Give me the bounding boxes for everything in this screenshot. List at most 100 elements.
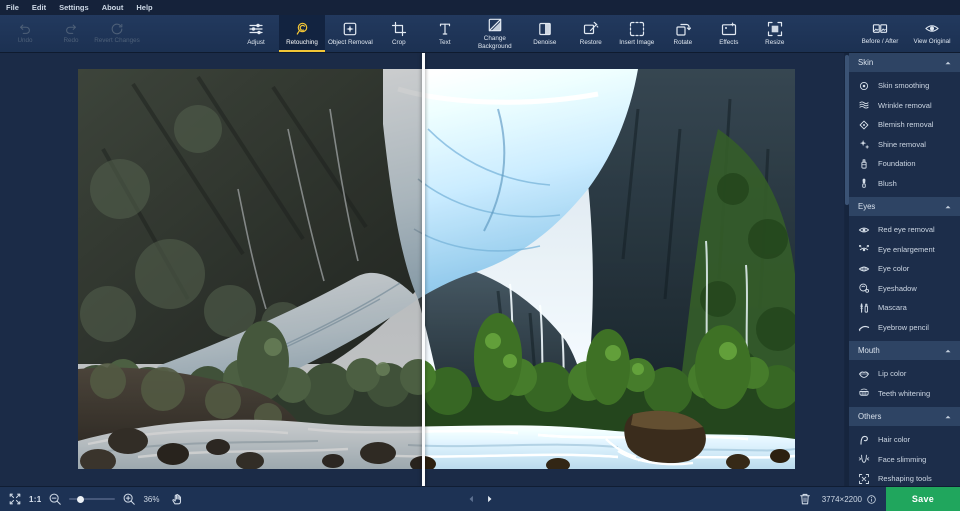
section-title: Others [858,412,882,421]
tool-label: Insert Image [619,38,655,46]
resize-icon [767,21,783,37]
sidebar-item-wrinkle-removal[interactable]: Wrinkle removal [849,96,960,116]
sidebar-item-shine-removal[interactable]: Shine removal [849,135,960,155]
sidebar-item-blemish-removal[interactable]: Blemish removal [849,115,960,135]
eye-enlargement-icon [858,243,870,255]
before-after-icon [872,21,888,36]
menu-bar: File Edit Settings About Help [0,0,960,15]
menu-item-help[interactable]: Help [136,3,152,12]
view-button-view-original[interactable]: View Original [906,15,958,52]
blush-icon [858,177,870,189]
mascara-icon [858,302,870,314]
sidebar-item-teeth-whitening[interactable]: Teeth whitening [849,384,960,404]
zoom-level: 36% [143,494,160,504]
sidebar-item-skin-smoothing[interactable]: Skin smoothing [849,76,960,96]
sidebar-item-face-slimming[interactable]: Face slimming [849,450,960,470]
status-bar: 1:1 36% 3774×2200 Save [0,486,960,511]
view-original-icon [924,21,940,36]
sidebar-item-reshaping-tools[interactable]: Reshaping tools [849,469,960,486]
sidebar-item-eyeshadow[interactable]: Eyeshadow [849,279,960,299]
sidebar-item-red-eye-removal[interactable]: Red eye removal [849,220,960,240]
tool-insert-image[interactable]: Insert Image [614,15,660,52]
collapse-up-icon [944,59,952,67]
zoom-slider[interactable] [69,492,116,506]
zoom-in-icon[interactable] [122,492,136,506]
sidebar-item-label: Hair color [878,435,911,445]
collapse-up-icon [944,203,952,211]
section-header-mouth[interactable]: Mouth [849,341,960,360]
info-icon[interactable] [866,494,877,505]
zoom-slider-thumb[interactable] [77,495,85,503]
sidebar-item-hair-color[interactable]: Hair color [849,430,960,450]
face-slimming-icon [858,453,870,465]
sidebar-item-label: Eye enlargement [878,244,935,254]
history-button-revert-changes[interactable]: Revert Changes [94,15,140,52]
previous-image-button[interactable] [467,494,476,504]
history-button-undo[interactable]: Undo [2,15,48,52]
zoom-out-icon[interactable] [48,492,62,506]
sidebar-item-mascara[interactable]: Mascara [849,298,960,318]
tool-resize[interactable]: Resize [752,15,798,52]
sidebar-item-lip-color[interactable]: Lip color [849,364,960,384]
menu-item-settings[interactable]: Settings [59,3,89,12]
sidebar-item-label: Eye color [878,264,910,274]
view-button-before-after[interactable]: Before / After [854,15,906,52]
status-bar-right: 3774×2200 Save [798,487,960,511]
sidebar-item-eyebrow-pencil[interactable]: Eyebrow pencil [849,318,960,338]
rotate-icon [675,21,691,37]
tool-object-removal[interactable]: Object Removal [325,15,376,52]
sidebar-item-eye-color[interactable]: Eye color [849,259,960,279]
object-removal-icon [342,21,358,37]
tool-label: Change Background [477,35,512,50]
sidebar-item-eye-enlargement[interactable]: Eye enlargement [849,240,960,260]
shine-removal-icon [858,138,870,150]
sidebar-item-label: Shine removal [878,139,926,149]
trash-icon[interactable] [798,492,812,506]
image-canvas[interactable] [0,53,844,486]
save-button[interactable]: Save [886,487,960,511]
tool-adjust[interactable]: Adjust [233,15,279,52]
adjust-icon [248,21,264,37]
tool-effects[interactable]: Effects [706,15,752,52]
tool-rotate[interactable]: Rotate [660,15,706,52]
menu-item-about[interactable]: About [102,3,124,12]
fit-screen-icon[interactable] [8,492,22,506]
section-items-others: Hair color Face slimming Reshaping tools [849,426,960,486]
section-header-skin[interactable]: Skin [849,53,960,72]
collapse-up-icon [944,413,952,421]
history-button-label: Undo [17,37,33,45]
skin-smoothing-icon [858,80,870,92]
eyebrow-pencil-icon [858,321,870,333]
tool-label: Rotate [673,38,693,46]
sidebar-item-foundation[interactable]: Foundation [849,154,960,174]
tool-change-background[interactable]: Change Background [468,15,522,52]
foundation-icon [858,158,870,170]
menu-item-file[interactable]: File [6,3,19,12]
before-after-divider-handle[interactable] [422,53,425,486]
tool-label: Resize [765,38,785,46]
undo-icon [18,22,32,36]
menu-item-edit[interactable]: Edit [32,3,46,12]
pan-hand-icon[interactable] [170,492,184,506]
tool-retouching[interactable]: Retouching [279,15,325,52]
section-header-eyes[interactable]: Eyes [849,197,960,216]
tool-label: Adjust [247,38,265,46]
sidebar: Skin Skin smoothing Wrinkle removal Blemish… [844,53,960,486]
history-button-label: Revert Changes [94,37,140,45]
next-image-button[interactable] [485,494,494,504]
actual-size-button[interactable]: 1:1 [29,495,41,504]
tool-restore[interactable]: Restore [568,15,614,52]
photo[interactable] [78,69,795,469]
tool-text[interactable]: Text [422,15,468,52]
tool-crop[interactable]: Crop [376,15,422,52]
history-button-redo[interactable]: Redo [48,15,94,52]
effects-icon [721,21,737,37]
red-eye-removal-icon [858,224,870,236]
tool-denoise[interactable]: Denoise [522,15,568,52]
reshaping-tools-icon [858,473,870,485]
section-header-others[interactable]: Others [849,407,960,426]
sidebar-item-blush[interactable]: Blush [849,174,960,194]
section-items-eyes: Red eye removal Eye enlargement Eye color E… [849,216,960,341]
sidebar-item-label: Red eye removal [878,225,935,235]
zoom-slider-track[interactable] [69,498,116,500]
